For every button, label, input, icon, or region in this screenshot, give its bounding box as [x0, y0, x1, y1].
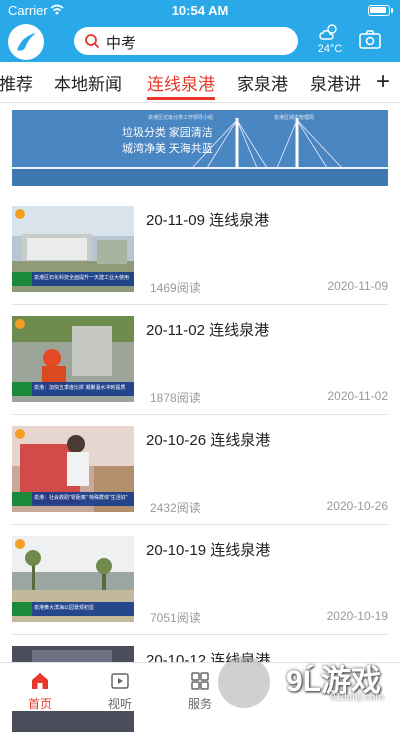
article-thumbnail: 泉港：社会救助"零距离" 特殊群体"生活好": [12, 426, 134, 512]
tab-lianxian-quangang[interactable]: 连线泉港: [147, 70, 215, 95]
list-item[interactable]: 泉港：加快五季度比拼 凝聚温水冲刺提质 20-11-02 连线泉港 1878阅读…: [12, 316, 388, 412]
read-count: 1878阅读: [150, 391, 201, 405]
read-count: 2432阅读: [150, 501, 201, 515]
cloud-sun-icon: [319, 24, 337, 40]
article-title: 20-10-19 连线泉港: [146, 542, 271, 559]
news-caption-bar: 泉港区石化科技全面提升一天建工业大使用: [12, 272, 134, 286]
channel-logo-icon: [15, 429, 25, 439]
active-tab-indicator: [147, 97, 215, 100]
watermark-logo-icon: [218, 656, 270, 708]
nav-media[interactable]: 视听: [80, 663, 160, 711]
article-date: 2020-10-19: [326, 609, 388, 623]
app-logo-icon[interactable]: [8, 24, 44, 60]
play-icon: [111, 673, 129, 689]
nav-media-label: 视听: [107, 697, 132, 711]
channel-logo-icon: [15, 319, 25, 329]
home-icon: [32, 673, 48, 689]
tab-quangang-talk[interactable]: 泉港讲: [310, 70, 361, 95]
divider: [12, 524, 388, 525]
article-date: 2020-11-02: [327, 389, 389, 403]
watermark-url: 91danji.com: [330, 692, 384, 703]
article-title: 20-10-26 连线泉港: [146, 432, 271, 449]
banner-small-left: 泉港区垃圾分类工作领导小组: [148, 115, 214, 121]
article-title: 20-11-09 连线泉港: [146, 212, 270, 229]
divider: [12, 414, 388, 415]
list-item[interactable]: 泉港区石化科技全面提升一天建工业大使用 20-11-09 连线泉港 1469阅读…: [12, 206, 388, 302]
site-watermark: 9Ĺ游戏 91danji.com: [218, 654, 400, 710]
banner-ad[interactable]: 泉港区垃圾分类工作领导小组 垃圾分类 家园清洁 城湾净美 天海共蓝 泉港区城市管…: [12, 110, 388, 186]
tab-jia-quangang[interactable]: 家泉港: [237, 70, 288, 95]
article-thumbnail: 泉港区石化科技全面提升一天建工业大使用: [12, 206, 134, 292]
add-tab-button[interactable]: +: [366, 67, 400, 97]
search-icon: [85, 34, 100, 49]
list-item[interactable]: 泉港：社会救助"零距离" 特殊群体"生活好" 20-10-26 连线泉港 243…: [12, 426, 388, 522]
article-thumbnail: 泉港黄大滨海公园景观初显: [12, 536, 134, 622]
article-date: 2020-10-26: [326, 499, 388, 513]
list-item[interactable]: 泉港黄大滨海公园景观初显 20-10-19 连线泉港 7051阅读 2020-1…: [12, 536, 388, 632]
battery-icon: [368, 5, 390, 16]
article-thumbnail: 泉港：加快五季度比拼 凝聚温水冲刺提质: [12, 316, 134, 402]
banner-small-right: 泉港区城市管理局: [274, 115, 315, 121]
banner-line-2: 城湾净美 天海共蓝: [122, 143, 213, 155]
read-count: 1469阅读: [150, 281, 201, 295]
divider: [12, 304, 388, 305]
search-query[interactable]: 中考: [106, 32, 136, 53]
grid-icon: [191, 672, 209, 690]
nav-home[interactable]: 首页: [0, 663, 80, 711]
weather-widget[interactable]: 24°C: [312, 22, 348, 60]
banner-line-1: 垃圾分类 家园清洁: [122, 127, 213, 139]
temperature-label: 24°C: [317, 43, 343, 55]
category-tabs: 推荐 本地新闻 连线泉港 家泉港 泉港讲 +: [0, 62, 400, 103]
divider: [12, 634, 388, 635]
channel-logo-icon: [15, 539, 25, 549]
article-title: 20-11-02 连线泉港: [146, 322, 270, 339]
news-caption-bar: 泉港：加快五季度比拼 凝聚温水冲刺提质: [12, 382, 134, 396]
nav-home-label: 首页: [27, 697, 52, 711]
news-caption-bar: 泉港：社会救助"零距离" 特殊群体"生活好": [12, 492, 134, 506]
read-count: 7051阅读: [150, 611, 201, 625]
channel-logo-icon: [15, 209, 25, 219]
tab-recommend[interactable]: 推荐: [0, 70, 33, 95]
battery-tip: [391, 8, 393, 13]
article-date: 2020-11-09: [327, 279, 389, 293]
camera-icon[interactable]: [358, 29, 382, 51]
app-header: 中考 24°C: [0, 22, 400, 62]
news-caption-bar: 泉港黄大滨海公园景观初显: [12, 602, 134, 616]
status-bar: Carrier 10:54 AM: [0, 0, 400, 22]
search-bar[interactable]: 中考: [74, 27, 298, 55]
clock: 10:54 AM: [171, 3, 229, 18]
tab-local-news[interactable]: 本地新闻: [54, 70, 122, 95]
